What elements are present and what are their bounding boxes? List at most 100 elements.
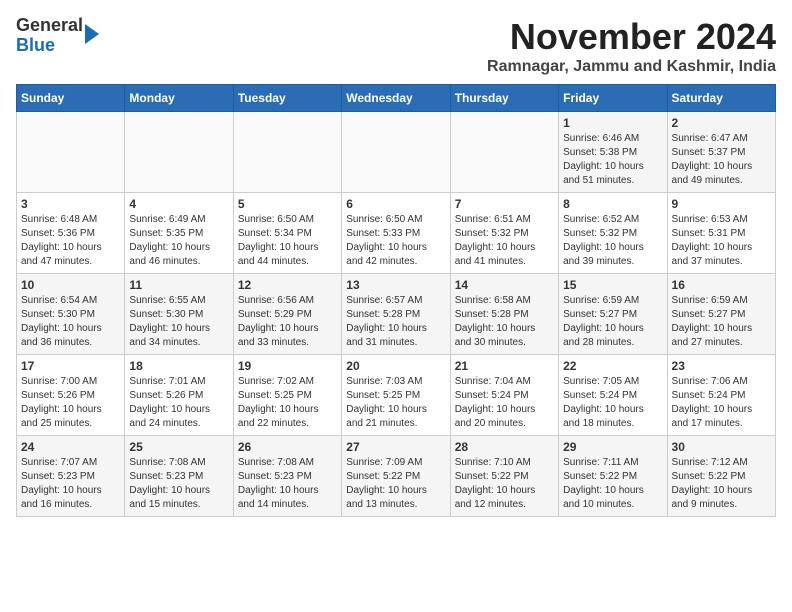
day-number: 22 [563, 359, 662, 373]
calendar-cell: 14 Sunrise: 6:58 AM Sunset: 5:28 PM Dayli… [450, 274, 558, 355]
calendar-header: SundayMondayTuesdayWednesdayThursdayFrid… [17, 85, 776, 112]
day-number: 18 [129, 359, 228, 373]
calendar-cell: 2 Sunrise: 6:47 AM Sunset: 5:37 PM Daylig… [667, 112, 775, 193]
calendar-cell: 10Sunrise: 6:54 AM Sunset: 5:30 PM Dayli… [17, 274, 125, 355]
day-number: 11 [129, 278, 228, 292]
day-number: 27 [346, 440, 445, 454]
day-number: 12 [238, 278, 337, 292]
logo-blue: Blue [16, 35, 55, 55]
day-info: Sunrise: 7:05 AM Sunset: 5:24 PM Dayligh… [563, 375, 662, 431]
day-info: Sunrise: 7:08 AM Sunset: 5:23 PM Dayligh… [129, 456, 228, 512]
calendar-cell: 12 Sunrise: 6:56 AM Sunset: 5:29 PM Dayli… [233, 274, 341, 355]
calendar-cell: 15 Sunrise: 6:59 AM Sunset: 5:27 PM Dayli… [559, 274, 667, 355]
day-number: 20 [346, 359, 445, 373]
day-number: 15 [563, 278, 662, 292]
weekday-header-monday: Monday [125, 85, 233, 112]
day-info: Sunrise: 6:55 AM Sunset: 5:30 PM Dayligh… [129, 294, 228, 350]
day-number: 10 [21, 278, 120, 292]
day-info: Sunrise: 6:52 AM Sunset: 5:32 PM Dayligh… [563, 213, 662, 269]
day-info: Sunrise: 7:00 AM Sunset: 5:26 PM Dayligh… [21, 375, 120, 431]
day-number: 6 [346, 197, 445, 211]
weekday-header-thursday: Thursday [450, 85, 558, 112]
day-info: Sunrise: 6:53 AM Sunset: 5:31 PM Dayligh… [672, 213, 771, 269]
calendar-cell: 5Sunrise: 6:50 AM Sunset: 5:34 PM Daylig… [233, 193, 341, 274]
calendar-cell: 3Sunrise: 6:48 AM Sunset: 5:36 PM Daylig… [17, 193, 125, 274]
weekday-header-saturday: Saturday [667, 85, 775, 112]
day-info: Sunrise: 6:47 AM Sunset: 5:37 PM Dayligh… [672, 132, 771, 188]
day-info: Sunrise: 6:57 AM Sunset: 5:28 PM Dayligh… [346, 294, 445, 350]
day-number: 24 [21, 440, 120, 454]
logo: General Blue [16, 16, 99, 56]
day-number: 3 [21, 197, 120, 211]
calendar-week-row: 1Sunrise: 6:46 AM Sunset: 5:38 PM Daylig… [17, 112, 776, 193]
calendar-cell: 11 Sunrise: 6:55 AM Sunset: 5:30 PM Dayli… [125, 274, 233, 355]
calendar-cell: 25Sunrise: 7:08 AM Sunset: 5:23 PM Dayli… [125, 436, 233, 517]
day-info: Sunrise: 7:08 AM Sunset: 5:23 PM Dayligh… [238, 456, 337, 512]
calendar-cell: 17Sunrise: 7:00 AM Sunset: 5:26 PM Dayli… [17, 355, 125, 436]
day-info: Sunrise: 6:51 AM Sunset: 5:32 PM Dayligh… [455, 213, 554, 269]
day-number: 7 [455, 197, 554, 211]
day-number: 23 [672, 359, 771, 373]
day-info: Sunrise: 7:07 AM Sunset: 5:23 PM Dayligh… [21, 456, 120, 512]
calendar-table: SundayMondayTuesdayWednesdayThursdayFrid… [16, 84, 776, 517]
logo-text: General Blue [16, 16, 83, 56]
day-info: Sunrise: 7:02 AM Sunset: 5:25 PM Dayligh… [238, 375, 337, 431]
logo-general: General [16, 15, 83, 35]
weekday-header-row: SundayMondayTuesdayWednesdayThursdayFrid… [17, 85, 776, 112]
calendar-week-row: 24 Sunrise: 7:07 AM Sunset: 5:23 PM Dayli… [17, 436, 776, 517]
calendar-cell: 1Sunrise: 6:46 AM Sunset: 5:38 PM Daylig… [559, 112, 667, 193]
day-info: Sunrise: 7:09 AM Sunset: 5:22 PM Dayligh… [346, 456, 445, 512]
calendar-cell [233, 112, 341, 193]
day-number: 13 [346, 278, 445, 292]
calendar-body: 1Sunrise: 6:46 AM Sunset: 5:38 PM Daylig… [17, 112, 776, 517]
calendar-cell: 9 Sunrise: 6:53 AM Sunset: 5:31 PM Daylig… [667, 193, 775, 274]
day-number: 19 [238, 359, 337, 373]
day-number: 4 [129, 197, 228, 211]
day-info: Sunrise: 6:56 AM Sunset: 5:29 PM Dayligh… [238, 294, 337, 350]
calendar-cell: 27 Sunrise: 7:09 AM Sunset: 5:22 PM Dayli… [342, 436, 450, 517]
calendar-cell: 4 Sunrise: 6:49 AM Sunset: 5:35 PM Daylig… [125, 193, 233, 274]
day-info: Sunrise: 6:59 AM Sunset: 5:27 PM Dayligh… [563, 294, 662, 350]
calendar-cell [125, 112, 233, 193]
day-number: 8 [563, 197, 662, 211]
day-info: Sunrise: 7:11 AM Sunset: 5:22 PM Dayligh… [563, 456, 662, 512]
weekday-header-wednesday: Wednesday [342, 85, 450, 112]
calendar-cell: 24 Sunrise: 7:07 AM Sunset: 5:23 PM Dayli… [17, 436, 125, 517]
calendar-cell: 13 Sunrise: 6:57 AM Sunset: 5:28 PM Dayli… [342, 274, 450, 355]
day-info: Sunrise: 6:46 AM Sunset: 5:38 PM Dayligh… [563, 132, 662, 188]
day-number: 26 [238, 440, 337, 454]
calendar-cell: 8 Sunrise: 6:52 AM Sunset: 5:32 PM Daylig… [559, 193, 667, 274]
calendar-cell [450, 112, 558, 193]
calendar-cell: 22 Sunrise: 7:05 AM Sunset: 5:24 PM Dayli… [559, 355, 667, 436]
location-subtitle: Ramnagar, Jammu and Kashmir, India [487, 58, 776, 76]
day-info: Sunrise: 7:03 AM Sunset: 5:25 PM Dayligh… [346, 375, 445, 431]
page-header: General Blue November 2024 Ramnagar, Jam… [16, 16, 776, 76]
day-info: Sunrise: 6:58 AM Sunset: 5:28 PM Dayligh… [455, 294, 554, 350]
day-number: 2 [672, 116, 771, 130]
calendar-cell: 23Sunrise: 7:06 AM Sunset: 5:24 PM Dayli… [667, 355, 775, 436]
day-number: 30 [672, 440, 771, 454]
day-info: Sunrise: 7:01 AM Sunset: 5:26 PM Dayligh… [129, 375, 228, 431]
month-title: November 2024 [487, 16, 776, 58]
calendar-cell: 19 Sunrise: 7:02 AM Sunset: 5:25 PM Dayli… [233, 355, 341, 436]
day-number: 9 [672, 197, 771, 211]
day-info: Sunrise: 6:50 AM Sunset: 5:33 PM Dayligh… [346, 213, 445, 269]
calendar-week-row: 10Sunrise: 6:54 AM Sunset: 5:30 PM Dayli… [17, 274, 776, 355]
day-info: Sunrise: 6:49 AM Sunset: 5:35 PM Dayligh… [129, 213, 228, 269]
day-number: 16 [672, 278, 771, 292]
calendar-cell [342, 112, 450, 193]
calendar-week-row: 17Sunrise: 7:00 AM Sunset: 5:26 PM Dayli… [17, 355, 776, 436]
calendar-cell: 28Sunrise: 7:10 AM Sunset: 5:22 PM Dayli… [450, 436, 558, 517]
weekday-header-friday: Friday [559, 85, 667, 112]
logo-arrow-icon [85, 24, 99, 44]
day-number: 14 [455, 278, 554, 292]
day-info: Sunrise: 7:12 AM Sunset: 5:22 PM Dayligh… [672, 456, 771, 512]
calendar-cell [17, 112, 125, 193]
calendar-cell: 30 Sunrise: 7:12 AM Sunset: 5:22 PM Dayli… [667, 436, 775, 517]
calendar-cell: 29 Sunrise: 7:11 AM Sunset: 5:22 PM Dayli… [559, 436, 667, 517]
calendar-cell: 16Sunrise: 6:59 AM Sunset: 5:27 PM Dayli… [667, 274, 775, 355]
calendar-cell: 26 Sunrise: 7:08 AM Sunset: 5:23 PM Dayli… [233, 436, 341, 517]
day-number: 28 [455, 440, 554, 454]
day-number: 29 [563, 440, 662, 454]
day-info: Sunrise: 7:04 AM Sunset: 5:24 PM Dayligh… [455, 375, 554, 431]
